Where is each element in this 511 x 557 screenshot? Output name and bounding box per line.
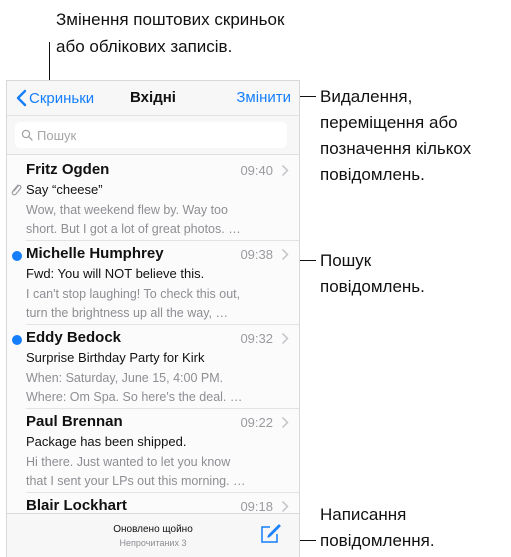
callout-line: повідомлень.: [320, 165, 425, 184]
preview-line: When: Saturday, June 15, 4:00 PM.: [26, 371, 224, 385]
message-sender: Blair Lockhart: [26, 497, 127, 514]
search-input[interactable]: Пошук: [15, 122, 287, 148]
preview-line: that I sent your LPs out this morning. …: [26, 474, 246, 488]
search-icon: [21, 129, 33, 141]
mail-screen: Скриньки Вхідні Змінити Пошук Fritz Ogde…: [6, 80, 300, 557]
message-subject: Say “cheese”: [26, 182, 103, 197]
search-placeholder: Пошук: [37, 127, 77, 143]
preview-line: turn the brightness up all the way, …: [26, 306, 228, 320]
callout-line: повідомлення.: [320, 531, 435, 550]
message-preview: I can't stop laughing! To check this out…: [26, 285, 290, 323]
callout-line: Видалення,: [320, 87, 413, 106]
message-row[interactable]: Paul Brennan 09:22 Package has been shippe…: [7, 409, 299, 493]
preview-line: Wow, that weekend flew by. Way too: [26, 203, 228, 217]
callout-line: переміщення або: [320, 113, 458, 132]
unread-count: Непрочитаних 3: [119, 538, 187, 548]
message-subject: Surprise Birthday Party for Kirk: [26, 350, 205, 365]
chevron-right-icon: [281, 164, 289, 177]
chevron-right-icon: [281, 248, 289, 261]
edit-button[interactable]: Змінити: [236, 89, 291, 106]
callout-line: Змінення поштових скриньок: [56, 10, 285, 29]
update-status: Оновлено щойно: [113, 524, 193, 535]
message-preview: Hi there. Just wanted to let you know tha…: [26, 453, 290, 491]
message-preview: Wow, that weekend flew by. Way too short.…: [26, 201, 290, 239]
message-time: 09:22: [240, 415, 273, 430]
message-time: 09:18: [240, 499, 273, 514]
message-row[interactable]: Michelle Humphrey 09:38 Fwd: You will NOT …: [7, 241, 299, 325]
callout-compose: Написання повідомлення.: [320, 502, 510, 554]
message-sender: Michelle Humphrey: [26, 245, 164, 262]
message-sender: Paul Brennan: [26, 413, 123, 430]
message-time: 09:38: [240, 247, 273, 262]
preview-line: short. But I got a lot of great photos. …: [26, 222, 241, 236]
paperclip-icon: [11, 184, 22, 196]
message-time: 09:40: [240, 163, 273, 178]
chevron-right-icon: [281, 500, 289, 513]
message-sender: Eddy Bedock: [26, 329, 122, 346]
message-preview: When: Saturday, June 15, 4:00 PM. Where: …: [26, 369, 290, 407]
message-time: 09:32: [240, 331, 273, 346]
callout-line: Написання: [320, 505, 407, 524]
message-subject: Fwd: You will NOT believe this.: [26, 266, 205, 281]
callout-mailboxes: Змінення поштових скриньок або облікових…: [56, 6, 356, 60]
callout-search: Пошук повідомлень.: [320, 248, 500, 300]
chevron-right-icon: [281, 332, 289, 345]
unread-dot-icon: [12, 251, 22, 261]
preview-line: Hi there. Just wanted to let you know: [26, 455, 231, 469]
unread-dot-icon: [12, 335, 22, 345]
callout-edit: Видалення, переміщення або позначення кі…: [320, 84, 510, 188]
message-sender: Fritz Ogden: [26, 161, 110, 178]
preview-line: Where: Om Spa. So here's the deal. …: [26, 390, 243, 404]
callout-line: повідомлень.: [320, 277, 425, 296]
navigation-bar: Скриньки Вхідні Змінити: [7, 81, 299, 116]
preview-line: I can't stop laughing! To check this out…: [26, 287, 241, 301]
chevron-right-icon: [281, 416, 289, 429]
callout-line: або облікових записів.: [56, 37, 233, 56]
callout-line: Пошук: [320, 251, 372, 270]
callout-line: позначення кількох: [320, 139, 472, 158]
message-row[interactable]: Fritz Ogden 09:40 Say “cheese” Wow, that we…: [7, 157, 299, 241]
search-bar: Пошук: [7, 116, 299, 155]
message-subject: Package has been shipped.: [26, 434, 187, 449]
bottom-toolbar: Оновлено щойно Непрочитаних 3: [7, 513, 299, 557]
message-row[interactable]: Eddy Bedock 09:32 Surprise Birthday Party …: [7, 325, 299, 409]
compose-icon[interactable]: [259, 523, 281, 545]
